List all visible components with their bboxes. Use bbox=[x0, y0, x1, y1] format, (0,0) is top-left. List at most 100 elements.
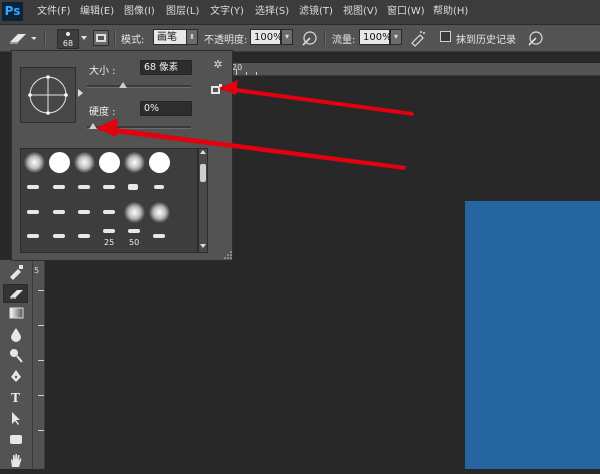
erase-history-checkbox[interactable] bbox=[440, 31, 451, 42]
brush-preset[interactable] bbox=[147, 175, 172, 200]
shape-tool[interactable] bbox=[3, 431, 28, 450]
brush-preset[interactable] bbox=[147, 225, 172, 250]
brush-preset-picker[interactable]: 68 bbox=[53, 27, 87, 49]
brush-preset[interactable] bbox=[47, 150, 72, 175]
scroll-down-icon[interactable] bbox=[200, 244, 206, 248]
hardness-slider-thumb[interactable] bbox=[89, 123, 97, 129]
brush-angle-icon bbox=[28, 75, 68, 115]
brush-preset[interactable] bbox=[147, 200, 172, 225]
eraser-icon bbox=[10, 34, 37, 44]
brush-preset[interactable] bbox=[22, 225, 47, 250]
brush-preset[interactable] bbox=[97, 200, 122, 225]
size-slider-thumb[interactable] bbox=[119, 82, 128, 88]
brush-preset[interactable] bbox=[47, 175, 72, 200]
gear-icon[interactable]: ✲ bbox=[211, 59, 225, 71]
canvas-image[interactable] bbox=[465, 201, 600, 469]
brush-preset[interactable] bbox=[72, 150, 97, 175]
airbrush-icon bbox=[411, 31, 425, 47]
flow-dropdown[interactable]: ▾ bbox=[390, 29, 402, 45]
presets-scrollbar[interactable] bbox=[198, 148, 208, 253]
menu-layer[interactable]: 图层(L) bbox=[166, 4, 199, 20]
brush-preset[interactable] bbox=[97, 175, 122, 200]
brush-preset[interactable] bbox=[122, 175, 147, 200]
chevron-down-icon bbox=[81, 36, 87, 40]
brush-preset[interactable] bbox=[47, 200, 72, 225]
brush-dot bbox=[66, 32, 70, 36]
app-logo: Ps bbox=[2, 2, 23, 21]
tools-panel: T bbox=[0, 260, 33, 469]
mode-select[interactable]: 画笔 bbox=[153, 29, 187, 45]
pen-tool[interactable] bbox=[3, 368, 28, 387]
brush-preset[interactable] bbox=[72, 175, 97, 200]
scrollbar-thumb[interactable] bbox=[200, 164, 206, 182]
hand-tool[interactable] bbox=[3, 452, 28, 471]
menu-image[interactable]: 图像(I) bbox=[124, 4, 155, 20]
dodge-icon bbox=[9, 349, 23, 363]
gradient-tool[interactable] bbox=[3, 305, 28, 324]
menu-view[interactable]: 视图(V) bbox=[343, 4, 378, 20]
brush-preset[interactable]: 50 bbox=[122, 225, 147, 250]
mode-label: 模式: bbox=[121, 35, 145, 46]
menu-file[interactable]: 文件(F) bbox=[37, 4, 71, 20]
separator bbox=[44, 30, 46, 46]
type-tool[interactable]: T bbox=[3, 389, 28, 408]
hardness-slider-track[interactable] bbox=[87, 126, 191, 129]
dodge-tool[interactable] bbox=[3, 347, 28, 366]
brush-preset[interactable]: 25 bbox=[97, 225, 122, 250]
shape-icon bbox=[9, 435, 22, 444]
healing-brush-tool[interactable] bbox=[3, 264, 28, 283]
tablet-opacity-toggle[interactable] bbox=[300, 29, 318, 47]
pen-icon bbox=[10, 370, 21, 382]
hand-icon bbox=[10, 454, 21, 467]
ruler-vertical: 5 bbox=[32, 260, 45, 469]
size-slider-track[interactable] bbox=[87, 85, 191, 88]
brush-tip-preview[interactable] bbox=[20, 67, 76, 123]
brush-preset[interactable] bbox=[22, 200, 47, 225]
menu-type[interactable]: 文字(Y) bbox=[210, 4, 244, 20]
brush-panel-toggle-icon bbox=[96, 34, 106, 42]
eraser-tool[interactable] bbox=[3, 284, 28, 303]
hardness-input[interactable]: 0% bbox=[140, 101, 192, 116]
opacity-dropdown[interactable]: ▾ bbox=[281, 29, 293, 45]
menu-window[interactable]: 窗口(W) bbox=[387, 4, 425, 20]
resize-grip-icon[interactable] bbox=[224, 251, 232, 259]
size-input[interactable]: 68 像素 bbox=[140, 60, 192, 75]
tablet-pressure-icon bbox=[302, 31, 317, 46]
blur-tool[interactable] bbox=[3, 326, 28, 345]
brush-preset[interactable] bbox=[97, 150, 122, 175]
airbrush-toggle[interactable] bbox=[409, 29, 427, 47]
tablet-pressure-icon bbox=[528, 31, 543, 46]
gradient-icon bbox=[9, 307, 23, 319]
brush-preset[interactable] bbox=[72, 225, 97, 250]
healing-brush-icon bbox=[9, 265, 23, 280]
brush-preset[interactable] bbox=[22, 150, 47, 175]
tablet-size-toggle[interactable] bbox=[526, 29, 544, 47]
new-preset-icon[interactable] bbox=[210, 84, 223, 95]
tool-preset-picker[interactable] bbox=[6, 28, 37, 48]
separator bbox=[114, 30, 116, 46]
brush-preset[interactable] bbox=[47, 225, 72, 250]
menu-edit[interactable]: 编辑(E) bbox=[80, 4, 114, 20]
brush-preset[interactable] bbox=[72, 200, 97, 225]
flow-input[interactable]: 100% bbox=[359, 29, 392, 45]
menu-filter[interactable]: 滤镜(T) bbox=[299, 4, 333, 20]
caret-right-icon bbox=[78, 89, 83, 97]
brush-preset[interactable] bbox=[122, 150, 147, 175]
scroll-up-icon[interactable] bbox=[200, 150, 206, 154]
brush-panel-toggle[interactable] bbox=[93, 30, 109, 46]
brush-preset[interactable] bbox=[22, 175, 47, 200]
opacity-input[interactable]: 100% bbox=[250, 29, 283, 45]
ruler-horizontal: 20 bbox=[232, 63, 600, 76]
flow-label: 流量: bbox=[332, 35, 356, 46]
menu-help[interactable]: 帮助(H) bbox=[433, 4, 468, 20]
size-label: 大小 : bbox=[89, 66, 116, 77]
menu-select[interactable]: 选择(S) bbox=[255, 4, 289, 20]
brush-preset[interactable] bbox=[147, 150, 172, 175]
opacity-label: 不透明度: bbox=[204, 35, 248, 46]
ruler-label: 20 bbox=[232, 63, 243, 72]
menu-bar: Ps 文件(F) 编辑(E) 图像(I) 图层(L) 文字(Y) 选择(S) 滤… bbox=[0, 0, 600, 25]
path-select-icon bbox=[11, 412, 20, 425]
brush-preset[interactable] bbox=[122, 200, 147, 225]
mode-select-arrow[interactable]: ⬍ bbox=[186, 29, 198, 45]
path-selection-tool[interactable] bbox=[3, 410, 28, 429]
